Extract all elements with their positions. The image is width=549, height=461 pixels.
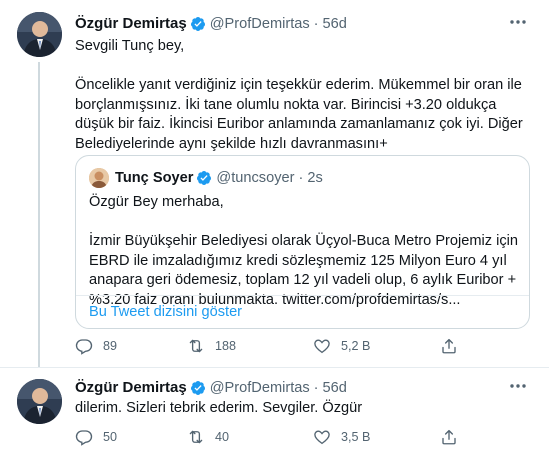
tweet-text: Sevgili Tunç bey, Öncelikle yanıt verdiğ…	[75, 37, 535, 154]
like-count: 5,2 B	[341, 339, 371, 353]
tweet-actions: 50 40 3,5 B	[75, 428, 465, 450]
more-options-icon[interactable]	[507, 377, 529, 395]
more-options-glyph	[510, 20, 526, 24]
share-icon	[442, 429, 456, 445]
share-icon	[442, 338, 456, 354]
author-name[interactable]: Özgür Demirtaş	[75, 15, 187, 32]
timestamp[interactable]: 56d	[323, 380, 347, 396]
tweet-paragraph: Sevgili Tunç bey,	[75, 38, 185, 54]
reply-count: 89	[103, 339, 118, 353]
author-handle[interactable]: @ProfDemirtas	[210, 16, 310, 32]
reply-icon	[75, 430, 93, 446]
share-button[interactable]	[440, 337, 468, 355]
reply-button[interactable]: 50	[75, 428, 117, 446]
verified-badge-icon	[197, 171, 212, 185]
heart-icon	[314, 430, 330, 445]
quoted-timestamp: 2s	[307, 170, 323, 186]
quoted-tweet-text: Özgür Bey merhaba, İzmir Büyükşehir Bele…	[89, 193, 519, 310]
tweet-header: Özgür Demirtaş @ProfDemirtas · 56d	[75, 379, 347, 396]
retweet-count: 188	[215, 339, 237, 353]
author-name[interactable]: Özgür Demirtaş	[75, 379, 187, 396]
quoted-tweet[interactable]: Tunç Soyer @tuncsoyer · 2s Özgür Bey mer…	[75, 155, 530, 329]
retweet-button[interactable]: 40	[187, 428, 229, 446]
tweet-paragraph: dilerim. Sizleri tebrik ederim. Sevgiler…	[75, 400, 363, 416]
retweet-button[interactable]: 188	[187, 337, 236, 355]
verified-badge-icon	[190, 16, 205, 31]
avatar[interactable]	[17, 379, 62, 424]
reply-count: 50	[103, 430, 118, 444]
reply-icon	[75, 339, 93, 355]
quoted-author-name: Tunç Soyer	[115, 170, 194, 186]
retweet-icon	[189, 430, 203, 444]
quoted-avatar	[89, 168, 109, 188]
avatar-image	[17, 12, 62, 57]
more-options-glyph	[510, 384, 526, 388]
avatar[interactable]	[17, 12, 62, 57]
like-button[interactable]: 3,5 B	[313, 428, 370, 446]
verified-badge-icon	[190, 380, 205, 395]
author-handle[interactable]: @ProfDemirtas	[210, 380, 310, 396]
more-options-icon[interactable]	[507, 13, 529, 31]
heart-icon	[314, 339, 330, 354]
retweet-count: 40	[215, 430, 230, 444]
separator-dot: ·	[298, 170, 304, 186]
tweet-actions: 89 188 5,2 B	[75, 337, 465, 359]
share-button[interactable]	[440, 428, 468, 446]
like-button[interactable]: 5,2 B	[313, 337, 370, 355]
separator-dot: ·	[313, 379, 319, 396]
tweet-header: Özgür Demirtaş @ProfDemirtas · 56d	[75, 15, 347, 32]
show-thread-link[interactable]: Bu Tweet dizisini göster	[76, 295, 529, 328]
timestamp[interactable]: 56d	[323, 16, 347, 32]
separator-dot: ·	[313, 15, 319, 32]
like-count: 3,5 B	[341, 430, 371, 444]
tweet[interactable]: Özgür Demirtaş @ProfDemirtas · 56d Sevgi…	[0, 0, 549, 368]
tweet-paragraph: Öncelikle yanıt verdiğiniz için teşekkür…	[75, 77, 523, 152]
reply-button[interactable]: 89	[75, 337, 117, 355]
thread-line	[38, 62, 40, 368]
quoted-author-handle: @tuncsoyer	[216, 170, 295, 186]
tweet-text: dilerim. Sizleri tebrik ederim. Sevgiler…	[75, 399, 535, 419]
avatar-image	[17, 379, 62, 424]
tweet[interactable]: Özgür Demirtaş @ProfDemirtas · 56d diler…	[0, 368, 549, 461]
quoted-tweet-header: Tunç Soyer @tuncsoyer · 2s	[89, 168, 323, 188]
quoted-avatar-image	[89, 168, 109, 188]
retweet-icon	[189, 339, 203, 353]
quoted-paragraph: Özgür Bey merhaba,	[89, 194, 224, 210]
